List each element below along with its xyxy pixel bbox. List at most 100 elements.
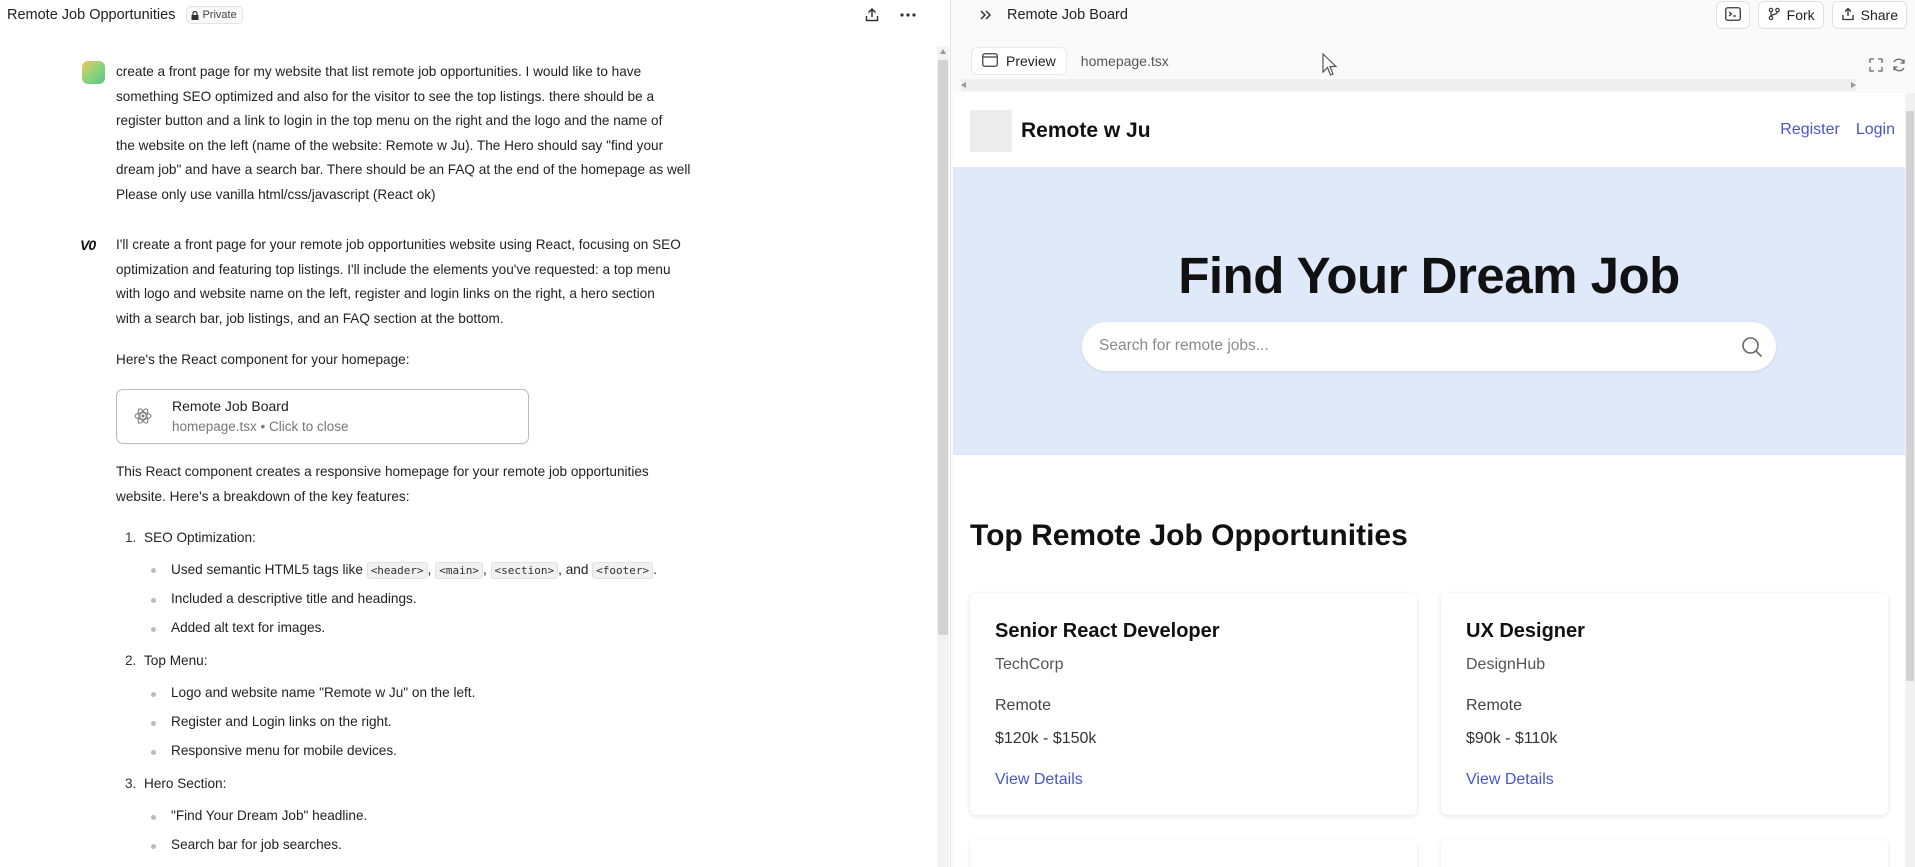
refresh-icon[interactable] [1891,58,1907,77]
react-atom-icon [133,406,153,426]
list-item: Included a descriptive title and heading… [171,591,417,606]
job-company: DesignHub [1466,656,1546,673]
tab-preview-label: Preview [1006,53,1056,69]
list-item: Used semantic HTML5 tags like <header> , … [171,562,657,579]
list-item: "Find Your Dream Job" headline. [171,808,368,823]
job-search-input[interactable]: Search for remote jobs... [1082,322,1776,371]
job-title: Senior React Developer [995,620,1220,642]
artifact-card[interactable]: Remote Job Board homepage.tsx • Click to… [116,389,529,444]
list-number: 1. [125,530,137,545]
code-tag: <footer> [592,562,654,579]
private-label: Private [202,9,237,21]
hero-title: Find Your Dream Job [1178,247,1680,304]
list-number: 2. [125,653,137,668]
section-title: Top Remote Job Opportunities [970,519,1408,552]
search-icon[interactable] [1740,335,1764,359]
list-label: SEO Optimization: [144,530,256,545]
more-options-icon[interactable] [897,4,919,26]
preview-scrollbar-thumb[interactable] [1906,111,1914,681]
code-tag: <main> [435,562,483,579]
share-label: Share [1860,7,1898,23]
bullet-dot [151,721,156,726]
register-link[interactable]: Register [1780,121,1840,139]
component-intro: Here's the React component for your home… [116,352,410,367]
preview-scrollbar[interactable] [1905,93,1915,867]
job-company: TechCorp [995,656,1064,673]
fork-icon [1767,7,1781,24]
user-message: create a front page for my website that … [116,60,756,208]
list-item: Register and Login links on the right. [171,714,392,729]
search-placeholder: Search for remote jobs... [1099,337,1269,354]
chat-scrollbar[interactable] [937,46,949,867]
job-card[interactable]: UX Designer DesignHub Remote $90k - $110… [1441,593,1888,815]
assistant-line: I'll create a front page for your remote… [116,237,681,252]
user-message-line: Please only use vanilla html/css/javascr… [116,186,436,202]
terminal-button[interactable] [1715,1,1750,29]
hero-section: Find Your Dream Job Search for remote jo… [953,167,1905,455]
tab-preview[interactable]: Preview [971,47,1067,75]
bullet-text: Used semantic HTML5 tags like [171,562,363,577]
bullet-dot [151,815,156,820]
site-logo[interactable] [970,110,1012,152]
user-message-line: register button and a link to login in t… [116,113,663,129]
list-item: Search bar for job searches. [171,837,342,852]
list-item: Logo and website name "Remote w Ju" on t… [171,685,476,700]
site-name[interactable]: Remote w Ju [1021,119,1151,143]
bullet-dot [151,627,156,632]
collapse-panel-icon[interactable] [977,6,995,24]
list-number: 3. [125,776,137,791]
preview-window-icon [982,52,998,70]
list-item: Responsive menu for mobile devices. [171,743,397,758]
view-details-link[interactable]: View Details [995,771,1083,789]
summary-text: This React component creates a responsiv… [116,460,756,509]
preview-tabs: Preview homepage.tsx [971,47,1169,75]
summary-line: This React component creates a responsiv… [116,464,649,479]
private-badge[interactable]: Private [186,6,243,24]
share-icon [1841,7,1855,24]
chat-header: Remote Job Opportunities Private [0,0,935,30]
bullet-dot [151,598,156,603]
site-header: Remote w Ju Register Login [953,93,1905,167]
job-card[interactable] [1441,839,1888,867]
scroll-up-arrow-icon[interactable] [940,49,946,54]
assistant-line: with a search bar, job listings, and an … [116,310,504,326]
terminal-icon [1724,6,1741,24]
tab-code[interactable]: homepage.tsx [1081,53,1169,69]
scroll-left-arrow-icon[interactable] [961,82,966,88]
user-message-line: create a front page for my website that … [116,64,642,79]
lock-icon [191,10,199,20]
list-label: Top Menu: [144,653,208,668]
list-item: Added alt text for images. [171,620,326,635]
login-link[interactable]: Login [1856,121,1895,139]
chat-title: Remote Job Opportunities [7,7,176,23]
share-button[interactable]: Share [1831,1,1907,29]
job-location: Remote [1466,697,1523,714]
bullet-text: , and [558,562,589,577]
user-message-line: the website on the left (name of the web… [116,137,664,153]
fullscreen-icon[interactable] [1869,58,1883,77]
user-avatar [82,61,105,84]
chat-scrollbar-thumb[interactable] [938,60,948,635]
bullet-dot [151,750,156,755]
scroll-right-arrow-icon[interactable] [1851,82,1856,88]
upload-icon[interactable] [861,4,883,26]
fork-button[interactable]: Fork [1757,1,1824,29]
website-preview: Remote w Ju Register Login Find Your Dre… [953,93,1905,867]
chat-pane: Remote Job Opportunities Private create … [0,0,950,867]
bullet-dot [151,692,156,697]
mouse-cursor-icon [1321,52,1339,78]
fork-label: Fork [1786,7,1815,23]
summary-line: website. Here's a breakdown of the key f… [116,488,410,504]
panel-title: Remote Job Board [1007,7,1128,23]
job-card[interactable]: Senior React Developer TechCorp Remote $… [970,593,1417,815]
artifact-subtitle: homepage.tsx • Click to close [172,419,349,434]
preview-horizontal-scrollbar[interactable] [961,79,1856,91]
artifact-title: Remote Job Board [172,398,289,414]
assistant-line: optimization and featuring top listings.… [116,261,671,277]
assistant-intro: I'll create a front page for your remote… [116,233,756,331]
job-salary: $90k - $110k [1466,730,1558,747]
job-card[interactable] [970,839,1417,867]
user-message-line: something SEO optimized and also for the… [116,88,655,104]
view-details-link[interactable]: View Details [1466,771,1554,789]
code-tag: <header> [366,562,428,579]
